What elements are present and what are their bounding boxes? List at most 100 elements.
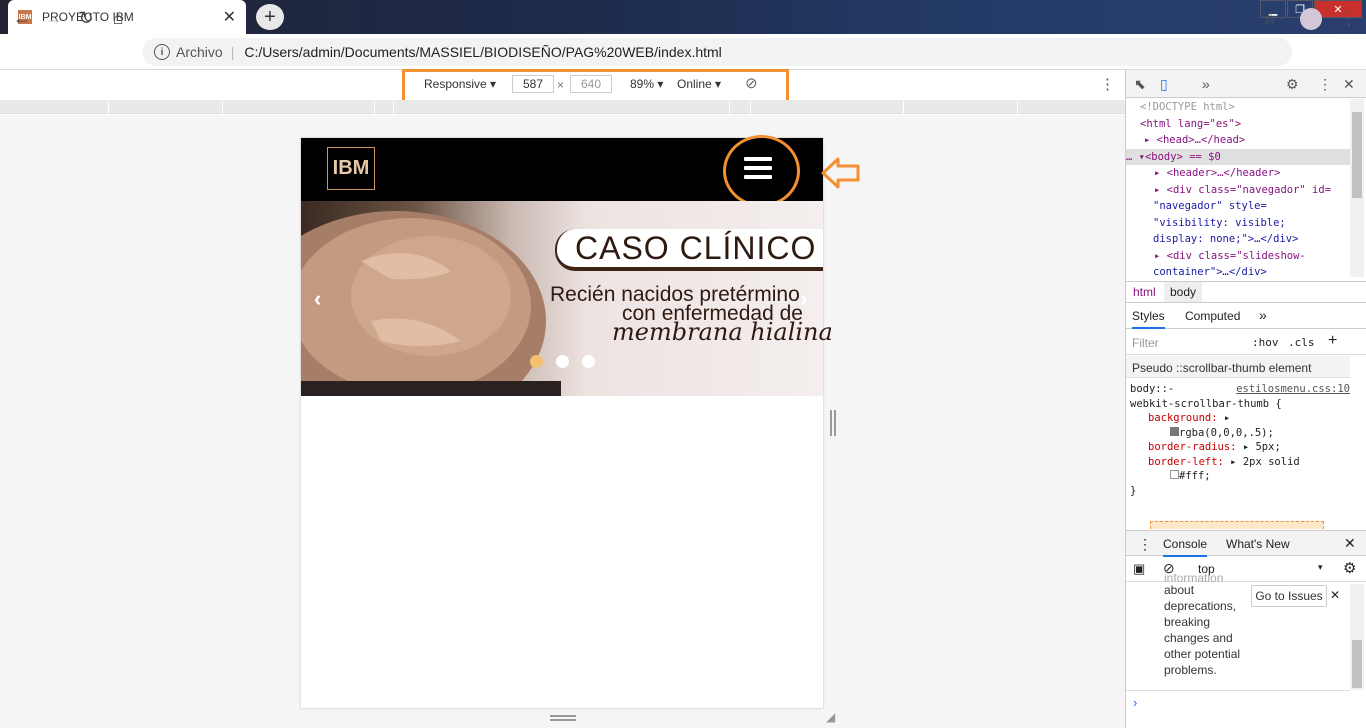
msg-line: problems. (1164, 663, 1217, 677)
tab-styles[interactable]: Styles (1132, 309, 1165, 329)
rule-selector-a: body::- (1130, 383, 1175, 395)
site-label: Archivo (176, 44, 223, 60)
home-icon[interactable]: ⌂ (106, 7, 130, 29)
filter-input[interactable]: Filter (1132, 336, 1159, 350)
reload-icon[interactable]: ↻ (74, 7, 98, 29)
color-swatch-icon[interactable] (1170, 470, 1179, 479)
profile-avatar[interactable] (1300, 8, 1322, 30)
dom-head[interactable]: ▸ <head>…</head> (1126, 132, 1350, 149)
slide-dot[interactable] (582, 355, 595, 368)
msg-line: breaking (1164, 615, 1211, 629)
rule-header: body::- estilosmenu.css:10 (1130, 382, 1350, 397)
site-logo[interactable]: IBM (327, 147, 375, 190)
console-scroll-thumb[interactable] (1352, 640, 1362, 688)
more-styles-icon[interactable]: » (1259, 307, 1267, 323)
address-bar[interactable]: i Archivo | C:/Users/admin/Documents/MAS… (142, 38, 1292, 66)
tab-console[interactable]: Console (1163, 537, 1208, 557)
crumb-body[interactable]: body (1164, 282, 1203, 302)
styles-tabbar: Styles Computed » (1126, 303, 1366, 329)
context-dropdown-icon[interactable]: ▾ (1318, 562, 1323, 573)
dom-div-navegador[interactable]: ▸ <div class="navegador" id= (1126, 182, 1350, 199)
ruler-divider (108, 101, 109, 114)
new-tab-button[interactable]: + (256, 4, 284, 30)
media-query-ruler[interactable] (0, 100, 1125, 114)
ruler-divider (222, 101, 223, 114)
dom-nav-line3: "visibility: visible; (1153, 216, 1286, 229)
hov-toggle[interactable]: :hov (1252, 336, 1279, 349)
css-rule[interactable]: body::- estilosmenu.css:10 webkit-scroll… (1130, 382, 1350, 498)
forward-icon[interactable]: → (42, 7, 66, 29)
rule-close-brace: } (1130, 484, 1137, 497)
rule-prop-background[interactable]: background: ▸ (1130, 411, 1350, 426)
bookmark-star-icon[interactable]: ☆ (1262, 8, 1278, 29)
console-settings-icon[interactable]: ⚙ (1343, 559, 1356, 577)
ruler-divider (374, 101, 375, 114)
color-swatch-icon[interactable] (1170, 426, 1179, 436)
inspect-element-icon[interactable]: ⬉ (1134, 76, 1146, 93)
elements-scroll-thumb[interactable] (1352, 112, 1362, 198)
rule-prop-border-left[interactable]: border-left: ▸ 2px solid (1130, 455, 1350, 470)
add-style-icon[interactable]: + (1328, 332, 1337, 350)
prop-name: border-left: (1148, 455, 1224, 468)
slide-dot-active[interactable] (530, 355, 543, 368)
tab-computed[interactable]: Computed (1185, 309, 1240, 323)
slide-title: CASO CLÍNICO (555, 229, 823, 271)
drawer-close-icon[interactable]: ✕ (1344, 535, 1356, 552)
msg-line: deprecations, (1164, 599, 1237, 613)
dismiss-message-icon[interactable]: ✕ (1330, 588, 1340, 602)
box-model-preview (1150, 521, 1324, 529)
dom-div-slideshow[interactable]: ▸ <div class="slideshow- (1126, 248, 1350, 265)
console-message: information about deprecations, breaking… (1164, 574, 1250, 678)
rule-source-link[interactable]: estilosmenu.css:10 (1236, 382, 1350, 397)
rule-prop-background-value[interactable]: rgba(0,0,0,.5); (1130, 426, 1350, 441)
crumb-html[interactable]: html (1133, 285, 1156, 299)
rule-prop-radius[interactable]: border-radius: ▸ 5px; (1130, 440, 1350, 455)
back-icon[interactable]: ← (10, 7, 34, 29)
cls-toggle[interactable]: .cls (1288, 336, 1315, 349)
dom-body[interactable]: … ▾<body> == $0 (1126, 148, 1350, 165)
url-text[interactable]: C:/Users/admin/Documents/MASSIEL/BIODISE… (244, 44, 721, 60)
pseudo-element-header: Pseudo ::scrollbar-thumb element (1126, 356, 1350, 378)
device-more-icon[interactable]: ⋮ (1100, 75, 1115, 93)
resize-corner-icon[interactable]: ◢ (826, 710, 835, 724)
rule-prop-border-color[interactable]: #fff; (1130, 469, 1350, 484)
prompt-chevron-icon: › (1133, 695, 1138, 710)
go-to-issues-button[interactable]: Go to Issues (1251, 585, 1327, 607)
console-prompt[interactable]: › (1126, 690, 1350, 728)
dom-header[interactable]: ▸ <header>…</header> (1126, 165, 1350, 182)
slide-line-3: membrana hialina (612, 318, 833, 346)
dom-nav-line2: "navegador" style= (1153, 200, 1267, 212)
resize-handle-bottom[interactable] (550, 715, 576, 721)
msg-line: other potential (1164, 647, 1241, 661)
devtools-close-icon[interactable]: ✕ (1343, 76, 1355, 93)
slide-dot[interactable] (556, 355, 569, 368)
slide-prev-button[interactable]: ‹ (314, 286, 321, 312)
info-icon[interactable]: i (154, 44, 170, 60)
dom-nav-text: <div class="navegador" id= (1166, 183, 1332, 196)
browser-menu-icon[interactable]: ⋮ (1340, 8, 1358, 29)
prop-value: #fff; (1179, 470, 1211, 482)
prop-name: border-radius: (1148, 441, 1237, 453)
address-separator: | (230, 44, 235, 60)
dom-head-text: <head>…</head> (1156, 134, 1246, 146)
ruler-divider (750, 101, 751, 114)
settings-gear-icon[interactable]: ⚙ (1286, 76, 1299, 93)
slide-next-button[interactable]: › (800, 286, 807, 312)
dom-html[interactable]: <html lang="es"> (1126, 116, 1350, 133)
devtools-menu-icon[interactable]: ⋮ (1318, 76, 1332, 93)
msg-line: about (1164, 583, 1195, 597)
more-tabs-icon[interactable]: » (1202, 76, 1210, 92)
console-sidebar-icon[interactable]: ▣ (1133, 561, 1145, 577)
dom-doctype[interactable]: <!DOCTYPE html> (1126, 99, 1350, 116)
device-toolbar-icon[interactable]: ▯ (1160, 76, 1168, 93)
tab-close-icon[interactable]: ✕ (223, 7, 236, 27)
msg-line: information (1164, 574, 1224, 582)
resize-handle-right[interactable] (830, 410, 836, 436)
ruler-divider (903, 101, 904, 114)
rule-selector-b: webkit-scrollbar-thumb { (1130, 397, 1282, 410)
tab-title: PROYECTO IBM (42, 10, 134, 24)
elements-tree[interactable]: <!DOCTYPE html> <html lang="es"> ▸ <head… (1126, 99, 1350, 279)
tab-whats-new[interactable]: What's New (1226, 537, 1290, 551)
drawer-menu-icon[interactable]: ⋮ (1138, 536, 1152, 553)
styles-filter-row: Filter :hov .cls + (1126, 330, 1366, 355)
